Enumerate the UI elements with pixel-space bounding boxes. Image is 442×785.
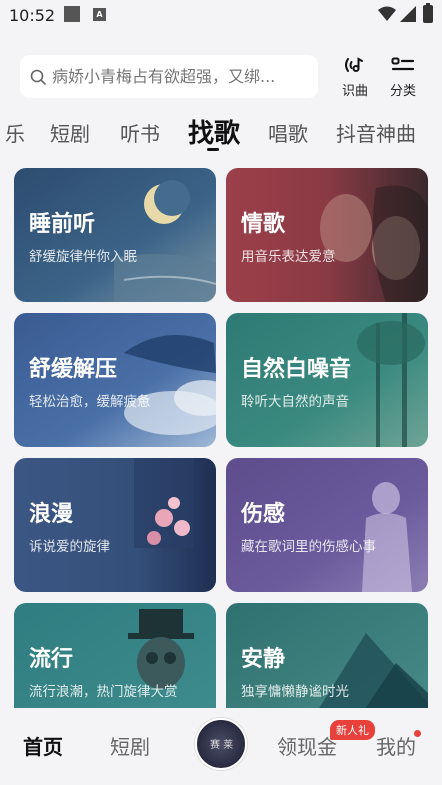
nav-earn-cash[interactable]: 领现金 xyxy=(277,731,337,760)
top-tabs: 乐 短剧 听书 找歌 唱歌 抖音神曲 xyxy=(0,108,442,154)
notification-dot xyxy=(414,730,421,737)
card-title: 舒缓解压 xyxy=(29,357,118,382)
active-tab-indicator xyxy=(207,148,219,151)
notification-icon xyxy=(64,6,80,22)
tab-short-drama[interactable]: 短剧 xyxy=(50,118,90,147)
music-recognition-button[interactable]: 识曲 xyxy=(335,56,375,99)
card-romance[interactable]: 浪漫 诉说爱的旋律 xyxy=(14,458,216,592)
card-title: 自然白噪音 xyxy=(241,357,352,382)
status-bar: 10:52 A xyxy=(0,0,442,32)
nav-mine[interactable]: 我的 xyxy=(376,731,416,760)
card-subtitle: 独享慵懒静谧时光 xyxy=(241,684,349,700)
app-screen: 10:52 A 识曲 分类 乐 短剧 听书 找歌 唱歌 抖音神曲 xyxy=(0,0,442,785)
card-subtitle: 藏在歌词里的伤感心事 xyxy=(241,539,376,555)
category-icon xyxy=(391,57,415,71)
tab-douyin-hits[interactable]: 抖音神曲 xyxy=(336,118,416,147)
card-title: 伤感 xyxy=(241,502,286,527)
tab-audiobook[interactable]: 听书 xyxy=(120,118,160,147)
bottom-navigation: 首页 短剧 赛 莱 领现金 新人礼 我的 xyxy=(0,708,442,785)
now-playing-disc[interactable]: 赛 莱 xyxy=(195,718,247,770)
nav-short-drama[interactable]: 短剧 xyxy=(110,731,150,760)
music-recognition-label: 识曲 xyxy=(341,84,368,99)
tab-find-songs[interactable]: 找歌 xyxy=(188,113,240,150)
card-title: 安静 xyxy=(241,647,286,672)
card-pop[interactable]: 流行 流行浪潮，热门旋律大赏 xyxy=(14,603,216,708)
card-quiet[interactable]: 安静 独享慵懒静谧时光 xyxy=(226,603,428,708)
battery-icon xyxy=(423,3,433,23)
search-bar[interactable] xyxy=(20,55,318,98)
nav-home[interactable]: 首页 xyxy=(23,731,63,760)
card-relax[interactable]: 舒缓解压 轻松治愈，缓解疲惫 xyxy=(14,313,216,447)
category-button[interactable]: 分类 xyxy=(383,56,423,99)
search-icon xyxy=(30,69,46,85)
status-time: 10:52 xyxy=(9,6,56,25)
card-love-songs[interactable]: 情歌 用音乐表达爱意 xyxy=(226,168,428,302)
card-title: 睡前听 xyxy=(29,212,96,237)
card-subtitle: 流行浪潮，热门旋律大赏 xyxy=(29,684,178,700)
card-bedtime[interactable]: 睡前听 舒缓旋律伴你入眠 xyxy=(14,168,216,302)
card-title: 浪漫 xyxy=(29,502,74,527)
playlist-category-grid: 睡前听 舒缓旋律伴你入眠 情歌 用音乐表达爱意 舒缓解压 轻松治愈，缓解疲惫 自… xyxy=(0,168,442,708)
category-label: 分类 xyxy=(389,84,416,99)
card-subtitle: 舒缓旋律伴你入眠 xyxy=(29,249,137,265)
card-sad[interactable]: 伤感 藏在歌词里的伤感心事 xyxy=(226,458,428,592)
tab-music[interactable]: 乐 xyxy=(5,118,25,147)
keyboard-notification-icon: A xyxy=(93,8,106,21)
card-subtitle: 轻松治愈，缓解疲惫 xyxy=(29,394,151,410)
card-subtitle: 用音乐表达爱意 xyxy=(241,249,336,265)
card-title: 流行 xyxy=(29,647,74,672)
music-recognition-icon xyxy=(345,57,363,72)
card-subtitle: 诉说爱的旋律 xyxy=(29,539,110,555)
cellular-icon xyxy=(400,6,416,22)
card-white-noise[interactable]: 自然白噪音 聆听大自然的声音 xyxy=(226,313,428,447)
card-subtitle: 聆听大自然的声音 xyxy=(241,394,349,410)
tab-sing[interactable]: 唱歌 xyxy=(268,118,308,147)
wifi-icon xyxy=(378,6,396,21)
card-title: 情歌 xyxy=(241,212,286,237)
search-input[interactable] xyxy=(52,67,302,86)
new-user-gift-badge: 新人礼 xyxy=(330,720,375,740)
disc-cover-text: 赛 莱 xyxy=(210,740,234,751)
